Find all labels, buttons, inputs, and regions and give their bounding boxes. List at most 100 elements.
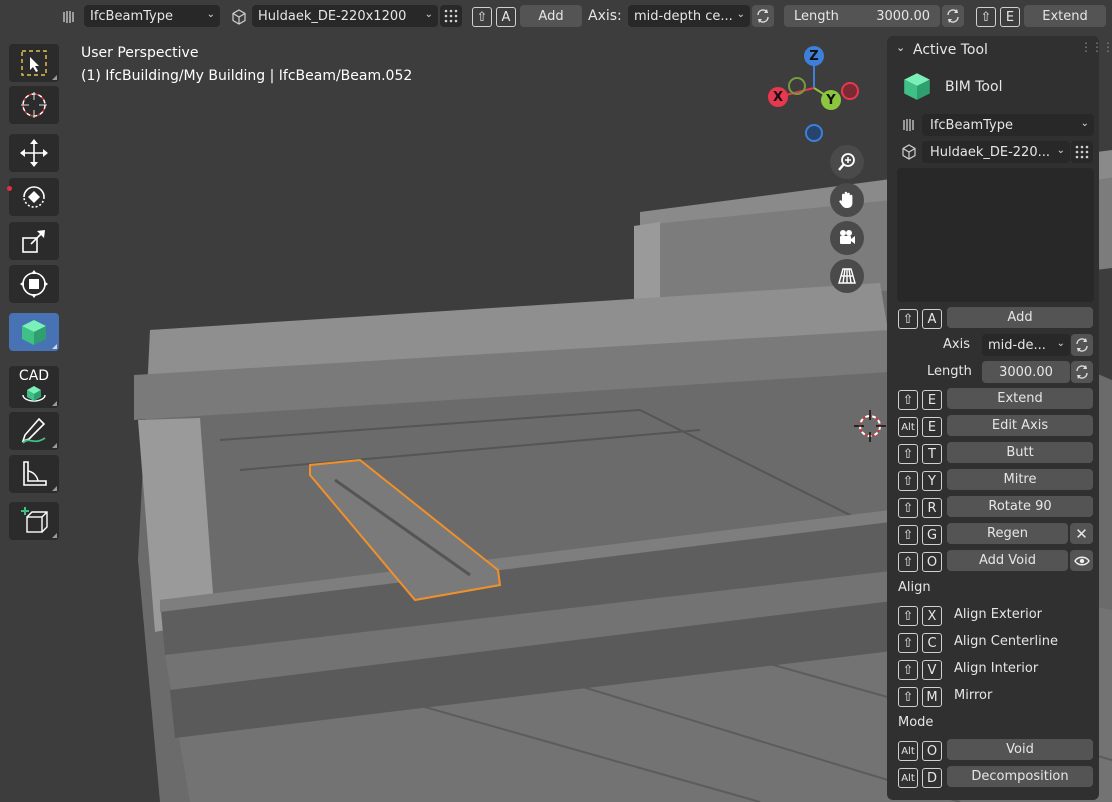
cursor-tool[interactable]: [9, 86, 59, 124]
hotkey-e: E: [922, 417, 942, 437]
panel-axis-label: Axis: [943, 337, 970, 352]
panel-add-button[interactable]: Add: [947, 307, 1093, 328]
scale-tool[interactable]: [9, 222, 59, 260]
panel-axis-select[interactable]: mid-de... ⌄: [982, 334, 1070, 356]
void-button[interactable]: Void: [947, 739, 1093, 760]
select-box-tool[interactable]: [9, 44, 59, 82]
mode-heading: Mode: [898, 715, 934, 730]
move-tool[interactable]: [9, 134, 59, 172]
bim-tool[interactable]: [9, 313, 59, 351]
add-cube-icon: [21, 507, 48, 533]
neg-x-axis[interactable]: [841, 82, 859, 100]
grid-dots-icon[interactable]: [440, 5, 462, 27]
annotate-tool[interactable]: [9, 412, 59, 450]
shift-key-icon: ⇧: [898, 525, 918, 545]
align-centerline-button[interactable]: Align Centerline: [954, 634, 1058, 649]
shift-key-icon: ⇧: [898, 309, 918, 329]
move-icon: [20, 139, 48, 167]
panel-axis-value: mid-de...: [988, 337, 1046, 353]
zoom-icon[interactable]: [830, 145, 864, 179]
perspective-grid-icon[interactable]: [830, 259, 864, 293]
close-icon[interactable]: ✕: [1070, 523, 1093, 544]
panel-profile-select[interactable]: Huldaek_DE-220... ⌄: [922, 141, 1070, 163]
extend-button[interactable]: Extend: [1024, 5, 1106, 27]
profile-select-value: Huldaek_DE-220x1200: [258, 8, 407, 24]
axis-label: Axis:: [588, 8, 622, 24]
rotate-90-button[interactable]: Rotate 90: [947, 496, 1093, 517]
transform-tool[interactable]: [9, 265, 59, 303]
align-interior-button[interactable]: Align Interior: [954, 661, 1038, 676]
axis-select[interactable]: mid-depth ce... ⌄: [628, 5, 750, 27]
shift-key-icon: ⇧: [898, 606, 918, 626]
tool-name: BIM Tool: [945, 79, 1003, 95]
type-select-value: IfcBeamType: [90, 8, 173, 24]
panel-length-field[interactable]: 3000.00: [982, 361, 1070, 383]
transform-icon: [20, 270, 48, 298]
grid-dots-icon[interactable]: [1071, 141, 1093, 163]
shift-key-icon: ⇧: [898, 390, 918, 410]
hotkey-t: T: [922, 444, 942, 464]
scale-icon: [22, 230, 45, 253]
shift-key-icon: ⇧: [898, 444, 918, 464]
view-name: User Perspective: [81, 45, 199, 61]
chevron-down-icon: ⌄: [1056, 145, 1065, 156]
add-cube-tool[interactable]: [9, 502, 59, 540]
butt-button[interactable]: Butt: [947, 442, 1093, 463]
panel-length-label: Length: [927, 364, 972, 379]
decomposition-button[interactable]: Decomposition: [947, 766, 1093, 787]
refresh-icon[interactable]: [752, 5, 774, 27]
shift-key-icon: ⇧: [472, 7, 492, 27]
tool-header: IfcBeamType ⌄ Huldaek_DE-220x1200 ⌄ ⇧ A …: [0, 0, 1112, 34]
chevron-down-icon: ⌄: [1056, 338, 1065, 349]
neg-z-axis[interactable]: [805, 124, 823, 142]
axis-select-value: mid-depth ce...: [634, 8, 733, 24]
record-dot-icon: [7, 186, 12, 191]
cad-tool[interactable]: CAD: [9, 366, 59, 408]
alt-key-icon: Alt: [898, 417, 918, 437]
hotkey-v: V: [922, 660, 942, 680]
z-axis-ball[interactable]: Z: [804, 46, 824, 66]
hotkey-r: R: [922, 498, 942, 518]
length-field[interactable]: Length 3000.00: [784, 5, 940, 27]
hotkey-a: A: [922, 309, 942, 329]
panel-type-select[interactable]: IfcBeamType ⌄: [922, 114, 1094, 136]
hotkey-x: X: [922, 606, 942, 626]
measure-tool[interactable]: [9, 455, 59, 493]
cube-icon: [228, 6, 250, 28]
panel-type-value: IfcBeamType: [930, 117, 1013, 133]
rotate-icon: [23, 186, 45, 208]
hotkey-m: M: [922, 687, 942, 707]
chevron-down-icon: ⌄: [424, 9, 433, 20]
refresh-icon[interactable]: [942, 5, 964, 27]
collapse-chevron-icon[interactable]: ⌄: [896, 41, 905, 54]
y-axis-ball[interactable]: Y: [821, 90, 841, 110]
eye-icon[interactable]: [1070, 550, 1093, 571]
shift-key-icon: ⇧: [898, 552, 918, 572]
align-exterior-button[interactable]: Align Exterior: [954, 607, 1042, 622]
shift-key-icon: ⇧: [898, 687, 918, 707]
rotate-tool[interactable]: [7, 178, 59, 216]
mitre-button[interactable]: Mitre: [947, 469, 1093, 490]
mirror-button[interactable]: Mirror: [954, 688, 992, 703]
alt-key-icon: Alt: [898, 741, 918, 761]
length-value: 3000.00: [876, 8, 930, 24]
extend-button[interactable]: Extend: [947, 388, 1093, 409]
x-axis-ball[interactable]: X: [768, 87, 788, 107]
chevron-down-icon: ⌄: [736, 9, 745, 20]
shift-key-icon: ⇧: [898, 471, 918, 491]
type-select[interactable]: IfcBeamType ⌄: [84, 5, 220, 27]
select-box-icon: [21, 50, 47, 76]
drag-handle-icon[interactable]: ⋮⋮⋮: [1080, 40, 1112, 54]
add-button[interactable]: Add: [520, 5, 582, 27]
edit-axis-button[interactable]: Edit Axis: [947, 415, 1093, 436]
regen-button[interactable]: Regen: [947, 523, 1068, 544]
shift-key-icon: ⇧: [898, 633, 918, 653]
pencil-icon: [21, 417, 46, 444]
pan-hand-icon[interactable]: [830, 183, 864, 217]
bim-tool-icon: [904, 73, 930, 100]
refresh-icon[interactable]: [1071, 334, 1093, 356]
camera-icon[interactable]: [830, 221, 864, 255]
refresh-icon[interactable]: [1071, 361, 1093, 383]
add-void-button[interactable]: Add Void: [947, 550, 1068, 571]
profile-select[interactable]: Huldaek_DE-220x1200 ⌄: [252, 5, 438, 27]
